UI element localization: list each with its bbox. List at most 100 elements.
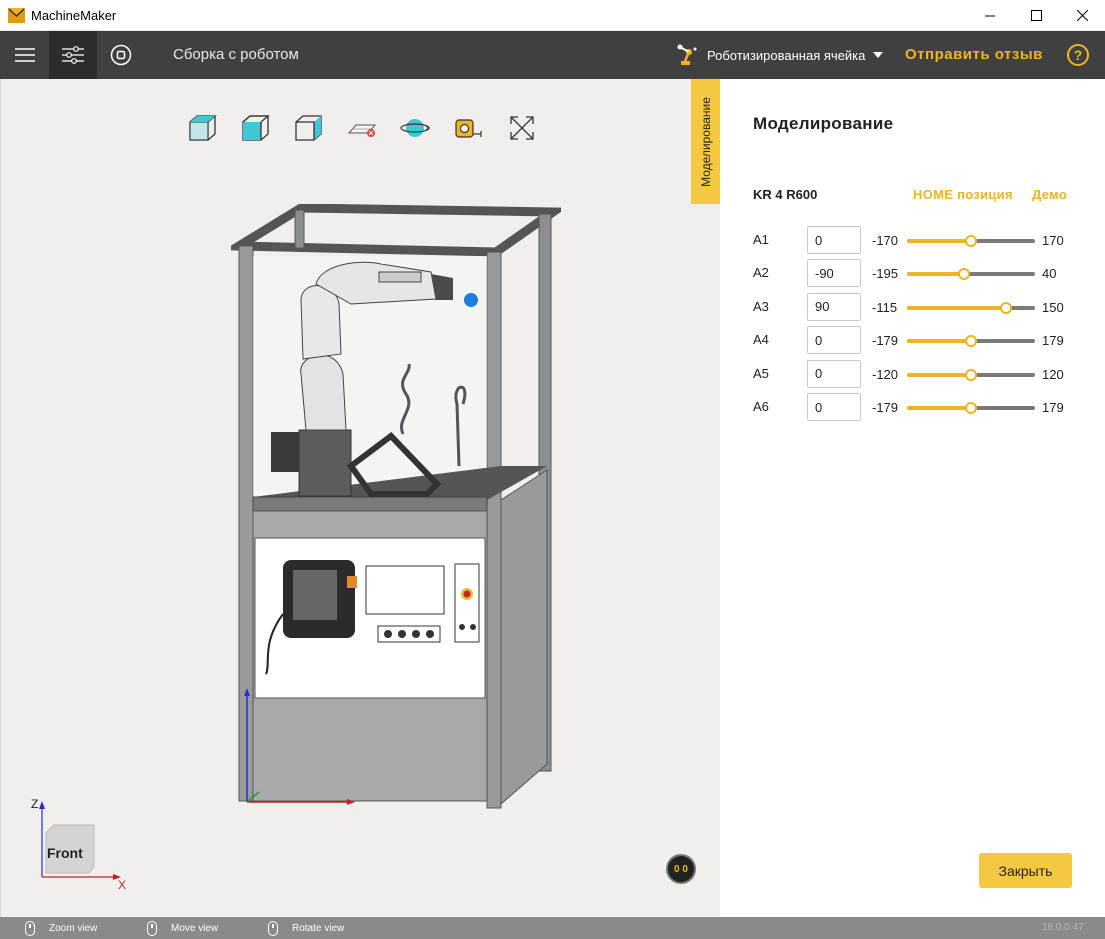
help-button[interactable]: ? — [1067, 44, 1089, 66]
axis-row-a1: A1 -170 170 — [753, 226, 1083, 254]
axis-value-input[interactable] — [807, 292, 861, 321]
rotate-hint: Rotate view — [268, 917, 344, 939]
axis-row-a5: A5 -120 120 — [753, 359, 1083, 388]
axis-min-label: -179 — [872, 400, 899, 415]
settings-button[interactable] — [49, 31, 97, 79]
close-window-button[interactable] — [1059, 0, 1105, 31]
statusbar: Zoom view Move view Rotate view 18.0.0.4… — [0, 917, 1105, 939]
axis-name-label: A2 — [753, 265, 769, 281]
axis-max-label: 179 — [1042, 400, 1064, 415]
slider-fill — [907, 305, 1007, 310]
view-cube-gizmo[interactable]: Z X Front — [29, 797, 127, 892]
demo-link[interactable]: Демо — [1032, 187, 1067, 202]
tab-simulation-label: Моделирование — [698, 96, 713, 187]
mouse-scroll-icon — [25, 920, 35, 936]
chevron-down-icon[interactable] — [873, 52, 883, 58]
stop-circle-icon — [110, 44, 132, 66]
axis-row-a6: A6 -179 179 — [753, 393, 1083, 421]
home-position-link[interactable]: HOME позиция — [913, 187, 1013, 202]
rotate-hint-label: Rotate view — [292, 922, 345, 934]
axis-value-input[interactable] — [807, 326, 861, 355]
orbit-icon[interactable] — [400, 113, 430, 143]
axis-slider[interactable] — [907, 402, 1035, 414]
feedback-link[interactable]: Отправить отзыв — [905, 46, 1043, 63]
maximize-icon — [1030, 10, 1042, 21]
close-icon — [1076, 10, 1088, 21]
zoom-hint-label: Zoom view — [49, 922, 98, 934]
measure-tape-icon[interactable] — [453, 113, 483, 143]
axis-name-label: A5 — [753, 365, 769, 381]
slider-thumb[interactable] — [965, 235, 977, 247]
slider-thumb[interactable] — [965, 335, 977, 348]
simulation-panel: Моделирование KR 4 R600 HOME позиция Дем… — [721, 79, 1105, 917]
axis-slider[interactable] — [907, 268, 1035, 281]
axis-slider[interactable] — [907, 235, 1035, 247]
axis-slider[interactable] — [907, 301, 1035, 314]
view-cube-side-icon[interactable] — [293, 113, 323, 143]
axis-value-input[interactable] — [807, 226, 861, 254]
axis-value-input[interactable] — [807, 259, 861, 288]
mouse-middle-icon — [147, 920, 157, 936]
fps-indicator: 0 0 — [666, 854, 696, 884]
axis-min-label: -179 — [872, 333, 899, 349]
sliders-icon — [62, 46, 84, 64]
stop-button[interactable] — [97, 31, 145, 79]
axis-max-label: 179 — [1042, 333, 1064, 349]
project-title: Сборка с роботом — [173, 46, 299, 63]
mouse-right-icon — [268, 920, 278, 936]
robot-cell-model[interactable] — [231, 204, 561, 814]
robot-model-label: KR 4 R600 — [753, 187, 818, 202]
move-hint-label: Move view — [171, 922, 219, 934]
3d-viewport[interactable]: Z X Front 0 0 — [0, 79, 720, 917]
minimize-icon — [985, 15, 995, 16]
version-label: 18.0.0.47 — [1042, 922, 1084, 933]
fit-view-icon[interactable] — [507, 113, 537, 143]
axis-max-label: 150 — [1042, 299, 1064, 315]
section-plane-icon[interactable] — [347, 113, 377, 143]
tab-simulation[interactable]: Моделирование — [691, 79, 720, 204]
slider-thumb[interactable] — [965, 402, 977, 414]
view-cube-top-icon[interactable] — [240, 113, 270, 143]
panel-title: Моделирование — [753, 114, 894, 133]
axis-name-label: A6 — [753, 399, 769, 414]
move-hint: Move view — [147, 917, 218, 939]
axis-z-label: Z — [31, 797, 39, 811]
slider-fill — [907, 272, 965, 277]
axis-slider[interactable] — [907, 368, 1035, 381]
slider-thumb[interactable] — [958, 268, 971, 281]
maximize-button[interactable] — [1013, 0, 1059, 31]
axis-min-label: -170 — [872, 233, 899, 248]
axis-value-input[interactable] — [807, 393, 861, 421]
slider-thumb[interactable] — [965, 368, 977, 381]
zoom-hint: Zoom view — [25, 917, 97, 939]
menu-button[interactable] — [1, 31, 49, 79]
axis-value-input[interactable] — [807, 359, 861, 388]
minimize-button[interactable] — [967, 0, 1013, 31]
slider-fill — [907, 372, 971, 377]
main-toolbar: Сборка с роботом Роботизированная ячейка… — [0, 31, 1105, 79]
axis-row-a3: A3 -115 150 — [753, 292, 1083, 321]
axis-max-label: 120 — [1042, 366, 1064, 382]
hamburger-icon — [15, 48, 35, 62]
axis-x-label: X — [118, 878, 127, 892]
slider-fill — [907, 406, 971, 410]
close-button[interactable]: Закрыть — [979, 853, 1072, 888]
axis-max-label: 170 — [1042, 233, 1064, 248]
robot-cell-icon — [677, 44, 697, 65]
view-cube-front-icon[interactable] — [187, 113, 217, 143]
slider-fill — [907, 339, 971, 344]
app-logo-icon — [8, 8, 25, 23]
window-titlebar: MachineMaker — [0, 0, 1105, 31]
slider-fill — [907, 239, 971, 243]
cell-selector-dropdown[interactable]: Роботизированная ячейка — [707, 48, 865, 63]
axis-min-label: -115 — [872, 299, 898, 315]
axis-row-a4: A4 -179 179 — [753, 326, 1083, 355]
app-title: MachineMaker — [31, 8, 117, 23]
axis-slider[interactable] — [907, 335, 1035, 348]
axis-name-label: A1 — [753, 232, 769, 247]
axis-min-label: -195 — [872, 266, 899, 282]
view-cube-face-label[interactable]: Front — [47, 845, 83, 861]
slider-thumb[interactable] — [1000, 301, 1013, 314]
axis-name-label: A4 — [753, 332, 769, 348]
axis-max-label: 40 — [1042, 266, 1057, 282]
